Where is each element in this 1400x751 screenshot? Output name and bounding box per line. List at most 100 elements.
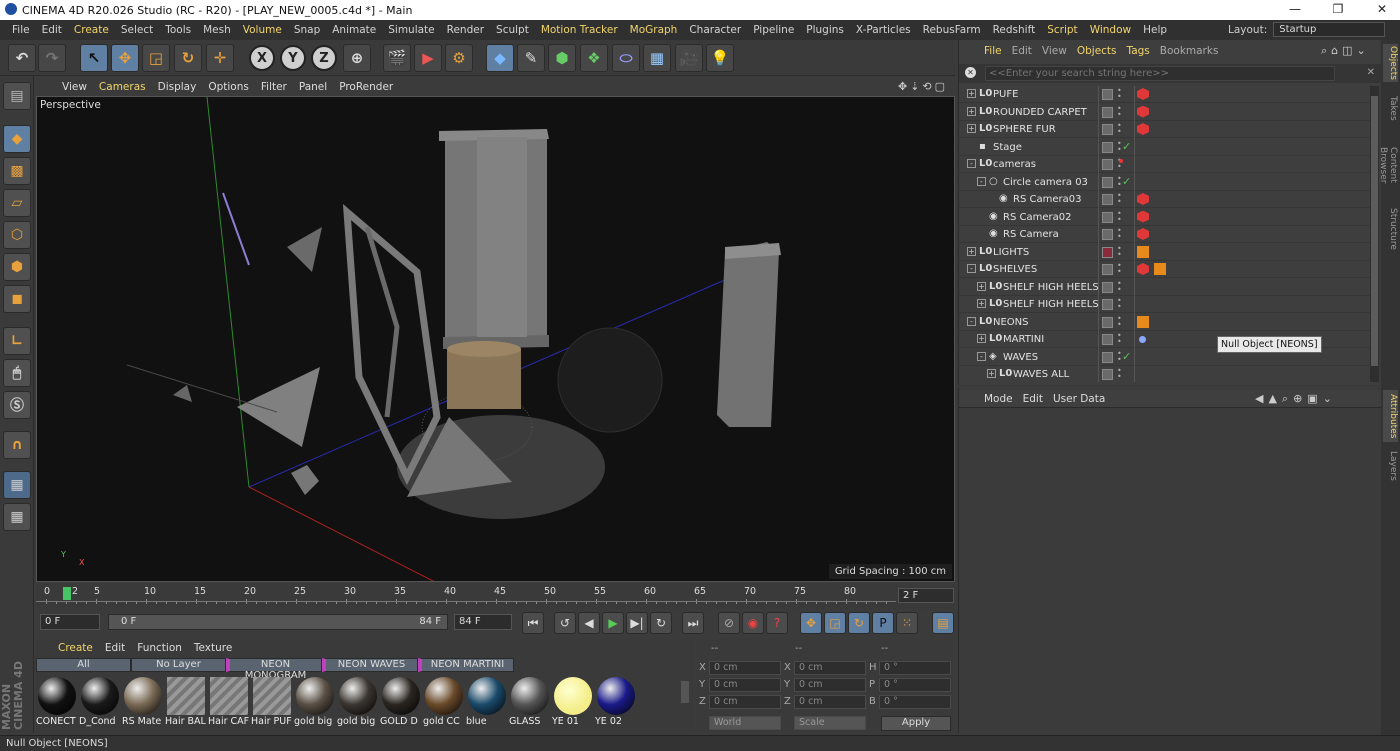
- menu-mesh[interactable]: Mesh: [197, 24, 237, 36]
- next-frame-button[interactable]: ▶|: [626, 612, 648, 634]
- redo-button[interactable]: ↷: [38, 44, 66, 72]
- right-tab-objects[interactable]: Objects: [1383, 44, 1398, 82]
- timeline-playhead[interactable]: [63, 587, 71, 600]
- polygons-mode-icon[interactable]: ◼: [3, 285, 31, 313]
- next-key-button[interactable]: ↻: [650, 612, 672, 634]
- visibility-dots-icon[interactable]: • •: [1117, 87, 1122, 101]
- magnet-icon[interactable]: ∩: [3, 431, 31, 459]
- transform-tool-button[interactable]: ✛: [206, 44, 234, 72]
- material-swatch[interactable]: D_Cond: [79, 675, 121, 727]
- menu-render[interactable]: Render: [441, 24, 490, 36]
- expand-toggle-icon[interactable]: +: [967, 246, 976, 256]
- attributes-nav-icons[interactable]: ◀▲⌕⊕▣⌄: [1255, 392, 1337, 406]
- layer-color-swatch[interactable]: [1102, 89, 1113, 100]
- expand-toggle-icon[interactable]: -: [967, 159, 976, 168]
- layout-dropdown[interactable]: Startup: [1273, 22, 1386, 37]
- go-to-start-button[interactable]: ⏮: [522, 612, 544, 634]
- layer-color-swatch[interactable]: [1102, 229, 1113, 240]
- display-tag-icon[interactable]: [1137, 245, 1149, 258]
- layer-color-swatch[interactable]: [1102, 159, 1113, 170]
- right-tab-takes[interactable]: Takes: [1383, 90, 1398, 126]
- live-selection-button[interactable]: ↖: [80, 44, 108, 72]
- y-axis-lock-button[interactable]: Y: [280, 45, 306, 71]
- timeline-ruler[interactable]: 0 2 5 10 15 20 25 30 35 40 45 50 55 60 65 70 75 80: [36, 586, 896, 610]
- render-picture-viewer-button[interactable]: ▶: [414, 44, 442, 72]
- coord-value-field[interactable]: 0 cm: [709, 678, 781, 692]
- material-swatch[interactable]: gold CC: [423, 675, 465, 727]
- visibility-dots-icon[interactable]: • •: [1117, 314, 1122, 328]
- expand-toggle-icon[interactable]: +: [977, 334, 986, 343]
- model-mode-icon[interactable]: ◆: [3, 125, 31, 153]
- object-tag-icon[interactable]: [1139, 336, 1146, 343]
- menu-rebusfarm[interactable]: RebusFarm: [917, 24, 987, 36]
- material-swatch[interactable]: RS Mate: [122, 675, 164, 727]
- expand-toggle-icon[interactable]: -: [977, 351, 986, 361]
- timeline-window-button[interactable]: ▤: [932, 612, 954, 634]
- undo-button[interactable]: ↶: [8, 44, 36, 72]
- start-frame-field[interactable]: 0 F: [40, 614, 100, 630]
- objects-menu-objects[interactable]: Objects: [1072, 45, 1122, 57]
- z-axis-lock-button[interactable]: Z: [311, 45, 337, 71]
- redshift-camera-tag-icon[interactable]: [1137, 228, 1149, 240]
- menu-select[interactable]: Select: [115, 24, 159, 36]
- restore-icon[interactable]: ❐: [1328, 2, 1348, 16]
- range-slider[interactable]: 0 F 84 F: [108, 614, 448, 630]
- visibility-dots-icon[interactable]: • •: [1117, 139, 1122, 153]
- object-row[interactable]: - ○ Circle camera 03 • • ✓: [959, 174, 1372, 191]
- expand-toggle-icon[interactable]: +: [967, 106, 976, 116]
- layer-color-swatch[interactable]: [1102, 141, 1113, 153]
- material-swatch[interactable]: GOLD D: [380, 675, 422, 727]
- enabled-check-icon[interactable]: ✓: [1122, 140, 1131, 153]
- attributes-menu-edit[interactable]: Edit: [1018, 393, 1048, 405]
- coord-value-field[interactable]: 0 cm: [794, 661, 866, 675]
- coord-mode-dropdown[interactable]: World: [709, 716, 781, 730]
- play-button[interactable]: ▶: [602, 612, 624, 634]
- object-row[interactable]: ◉ RS Camera02 • •: [959, 209, 1372, 226]
- redshift-camera-tag-icon[interactable]: [1137, 193, 1149, 205]
- layer-color-swatch[interactable]: [1102, 351, 1113, 363]
- object-row[interactable]: ◉ RS Camera03 • •: [959, 191, 1372, 208]
- timeline[interactable]: 0 2 5 10 15 20 25 30 35 40 45 50 55 60 65 70 75 80 2 F: [36, 584, 955, 610]
- end-frame-field[interactable]: 84 F: [454, 614, 512, 630]
- right-tab-content-browser[interactable]: Content Browser: [1378, 130, 1398, 200]
- menu-help[interactable]: Help: [1137, 24, 1173, 36]
- material-swatch[interactable]: YE 02: [595, 675, 637, 727]
- object-row[interactable]: + L0 SHELF HIGH HEELS • •: [959, 296, 1372, 313]
- search-options-icon[interactable]: ✕: [1367, 67, 1375, 78]
- coord-value-field[interactable]: 0 °: [879, 678, 951, 692]
- expand-toggle-icon[interactable]: +: [967, 89, 976, 98]
- expand-toggle-icon[interactable]: -: [977, 176, 986, 186]
- layer-color-swatch[interactable]: [1102, 194, 1113, 205]
- menu-x-particles[interactable]: X-Particles: [850, 24, 917, 36]
- menu-file[interactable]: File: [6, 24, 36, 36]
- expand-toggle-icon[interactable]: -: [967, 316, 976, 326]
- points-mode-icon[interactable]: ⬡: [3, 221, 31, 249]
- objects-menu-bookmarks[interactable]: Bookmarks: [1155, 45, 1224, 57]
- visibility-dots-icon[interactable]: • •: [1117, 174, 1122, 188]
- record-keys-button[interactable]: ⊘: [718, 612, 740, 634]
- deformer-button[interactable]: ⬭: [612, 44, 640, 72]
- enabled-check-icon[interactable]: ✓: [1122, 175, 1131, 188]
- key-pla-button[interactable]: ⁙: [896, 612, 918, 634]
- coord-value-field[interactable]: 0 cm: [709, 695, 781, 709]
- clear-search-icon[interactable]: ✕: [965, 67, 976, 78]
- visibility-dots-icon[interactable]: • •: [1117, 262, 1122, 276]
- scale-tool-button[interactable]: ◲: [142, 44, 170, 72]
- material-tab-neon-monogram[interactable]: NEON MONOGRAM: [226, 658, 322, 681]
- material-tab-neon-waves[interactable]: NEON WAVES: [322, 658, 418, 672]
- layer-color-swatch[interactable]: [1102, 246, 1113, 258]
- object-row[interactable]: + L0 PUFE • •: [959, 86, 1372, 103]
- right-tab-layers[interactable]: Layers: [1383, 446, 1398, 486]
- layer-color-swatch[interactable]: [1102, 334, 1113, 345]
- coordinate-system-button[interactable]: ⊕: [343, 44, 371, 72]
- key-rotation-button[interactable]: ↻: [848, 612, 870, 634]
- object-row[interactable]: + L0 SHELF HIGH HEELS .2 • •: [959, 279, 1372, 296]
- camera-button[interactable]: 🎥: [675, 44, 703, 72]
- menu-sculpt[interactable]: Sculpt: [490, 24, 535, 36]
- menu-motion-tracker[interactable]: Motion Tracker: [535, 24, 624, 36]
- layer-color-swatch[interactable]: [1102, 369, 1113, 380]
- layer-color-swatch[interactable]: [1102, 281, 1113, 293]
- menu-window[interactable]: Window: [1084, 24, 1137, 36]
- display-tag-icon[interactable]: [1137, 315, 1149, 328]
- attributes-menu-user-data[interactable]: User Data: [1048, 393, 1110, 405]
